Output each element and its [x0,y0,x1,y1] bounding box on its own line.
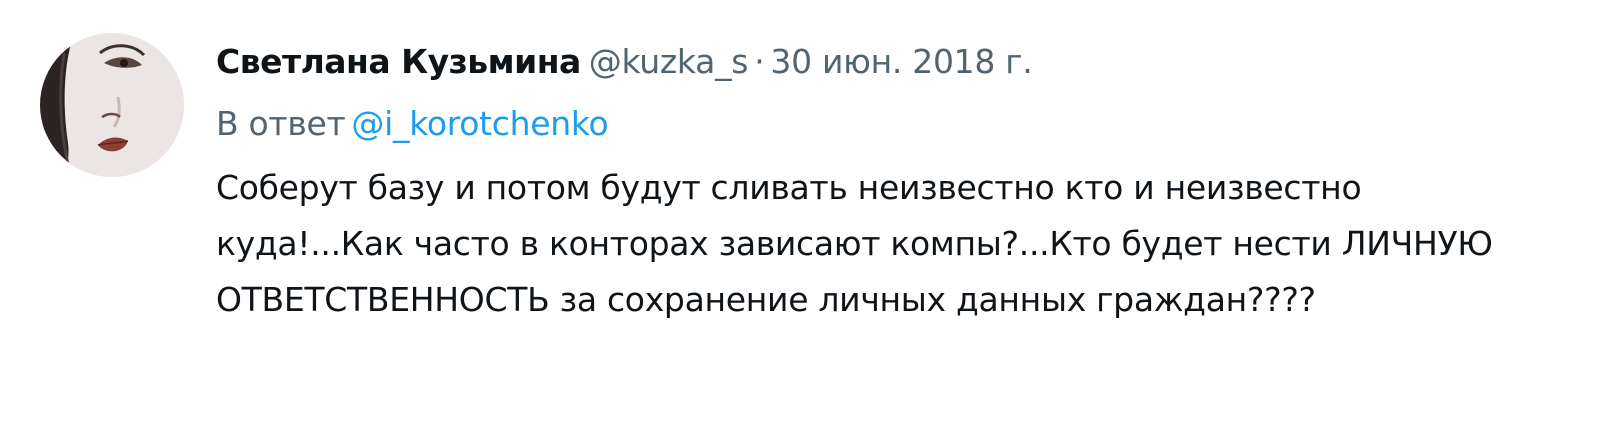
author-name[interactable]: Светлана Кузьмина [216,42,581,81]
reply-handle-link[interactable]: @i_korotchenko [351,104,608,143]
tweet-header: Светлана Кузьмина @kuzka_s · 30 июн. 2018 г… [216,36,1546,88]
avatar-face-illustration [40,33,184,177]
tweet-date[interactable]: 30 июн. 2018 г. [770,42,1032,81]
avatar[interactable] [40,33,184,177]
reply-prefix: В ответ [216,104,346,143]
separator-dot: · [754,42,765,81]
tweet-card[interactable]: Светлана Кузьмина @kuzka_s · 30 июн. 2018 г… [0,0,1570,420]
tweet-content: Светлана Кузьмина @kuzka_s · 30 июн. 2018 г… [216,36,1546,328]
reply-context: В ответ @i_korotchenko [216,98,1546,150]
author-handle[interactable]: @kuzka_s [589,42,749,81]
tweet-text: Соберут базу и потом будут сливать неизв… [216,168,1493,319]
page: Светлана Кузьмина @kuzka_s · 30 июн. 2018 г… [0,0,1600,430]
